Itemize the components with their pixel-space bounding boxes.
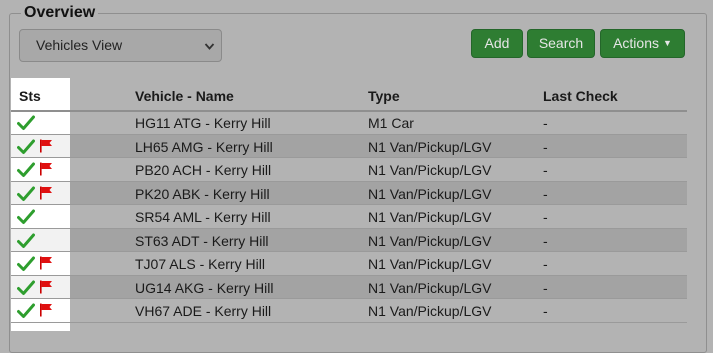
last-check: - <box>543 138 548 155</box>
vehicle-type: N1 Van/Pickup/LGV <box>368 162 492 178</box>
table-row[interactable]: VH67 ADE - Kerry Hill N1 Van/Pickup/LGV - <box>11 299 687 323</box>
vehicle-type: N1 Van/Pickup/LGV <box>368 256 492 272</box>
check-icon <box>17 303 35 319</box>
vehicle-name: SR54 AML - Kerry Hill <box>135 209 271 225</box>
table-row[interactable]: ST63 ADT - Kerry Hill N1 Van/Pickup/LGV - <box>11 228 687 252</box>
red-flag-icon <box>39 162 53 176</box>
vehicle-name: UG14 AKG - Kerry Hill <box>135 279 274 296</box>
view-select[interactable]: Vehicles View <box>19 29 222 62</box>
red-flag-icon <box>39 256 53 270</box>
last-check: - <box>543 256 548 272</box>
panel-title: Overview <box>21 4 99 22</box>
actions-label: Actions <box>613 35 659 51</box>
table-row[interactable]: PB20 ACH - Kerry Hill N1 Van/Pickup/LGV - <box>11 158 687 182</box>
vehicle-type: N1 Van/Pickup/LGV <box>368 138 492 155</box>
actions-button[interactable]: Actions ▼ <box>600 29 685 58</box>
last-check: - <box>543 232 548 249</box>
vehicle-name: VH67 ADE - Kerry Hill <box>135 303 272 319</box>
column-header-type[interactable]: Type <box>368 88 400 104</box>
table-row[interactable]: SR54 AML - Kerry Hill N1 Van/Pickup/LGV - <box>11 205 687 229</box>
view-select-value: Vehicles View <box>36 37 123 53</box>
vehicle-name: TJ07 ALS - Kerry Hill <box>135 256 265 272</box>
table-row[interactable]: UG14 AKG - Kerry Hill N1 Van/Pickup/LGV - <box>11 275 687 299</box>
red-flag-icon <box>39 280 53 294</box>
column-header-vehicle[interactable]: Vehicle - Name <box>135 88 234 104</box>
table-row[interactable]: TJ07 ALS - Kerry Hill N1 Van/Pickup/LGV - <box>11 252 687 276</box>
table-row[interactable]: LH65 AMG - Kerry Hill N1 Van/Pickup/LGV - <box>11 134 687 158</box>
last-check: - <box>543 185 548 202</box>
vehicle-name: PK20 ABK - Kerry Hill <box>135 185 270 202</box>
vehicle-type: N1 Van/Pickup/LGV <box>368 303 492 319</box>
check-icon <box>17 162 35 178</box>
vehicle-type: N1 Van/Pickup/LGV <box>368 209 492 225</box>
vehicle-type: N1 Van/Pickup/LGV <box>368 232 492 249</box>
red-flag-icon <box>39 303 53 317</box>
check-icon <box>17 256 35 272</box>
vehicle-name: LH65 AMG - Kerry Hill <box>135 138 273 155</box>
last-check: - <box>543 209 548 225</box>
vehicle-type: N1 Van/Pickup/LGV <box>368 279 492 296</box>
table-row[interactable]: HG11 ATG - Kerry Hill M1 Car - <box>11 111 687 135</box>
vehicle-name: HG11 ATG - Kerry Hill <box>135 115 271 131</box>
column-header-last-check[interactable]: Last Check <box>543 88 618 104</box>
table-body: HG11 ATG - Kerry Hill M1 Car - LH65 AMG - K… <box>11 111 687 323</box>
last-check: - <box>543 115 548 131</box>
check-icon <box>17 280 35 296</box>
check-icon <box>17 209 35 225</box>
red-flag-icon <box>39 186 53 200</box>
last-check: - <box>543 162 548 178</box>
vehicle-name: ST63 ADT - Kerry Hill <box>135 232 269 249</box>
check-icon <box>17 139 35 155</box>
check-icon <box>17 233 35 249</box>
search-button[interactable]: Search <box>527 29 595 58</box>
check-icon <box>17 186 35 202</box>
red-flag-icon <box>39 139 53 153</box>
table-header: Sts Vehicle - Name Type Last Check <box>11 80 687 111</box>
column-header-status[interactable]: Sts <box>19 88 41 104</box>
add-button[interactable]: Add <box>471 29 523 58</box>
vehicle-type: N1 Van/Pickup/LGV <box>368 185 492 202</box>
last-check: - <box>543 303 548 319</box>
last-check: - <box>543 279 548 296</box>
check-icon <box>17 115 35 131</box>
vehicle-type: M1 Car <box>368 115 414 131</box>
chevron-down-icon <box>204 30 215 76</box>
caret-down-icon: ▼ <box>663 38 672 48</box>
vehicle-name: PB20 ACH - Kerry Hill <box>135 162 272 178</box>
table-row[interactable]: PK20 ABK - Kerry Hill N1 Van/Pickup/LGV - <box>11 181 687 205</box>
